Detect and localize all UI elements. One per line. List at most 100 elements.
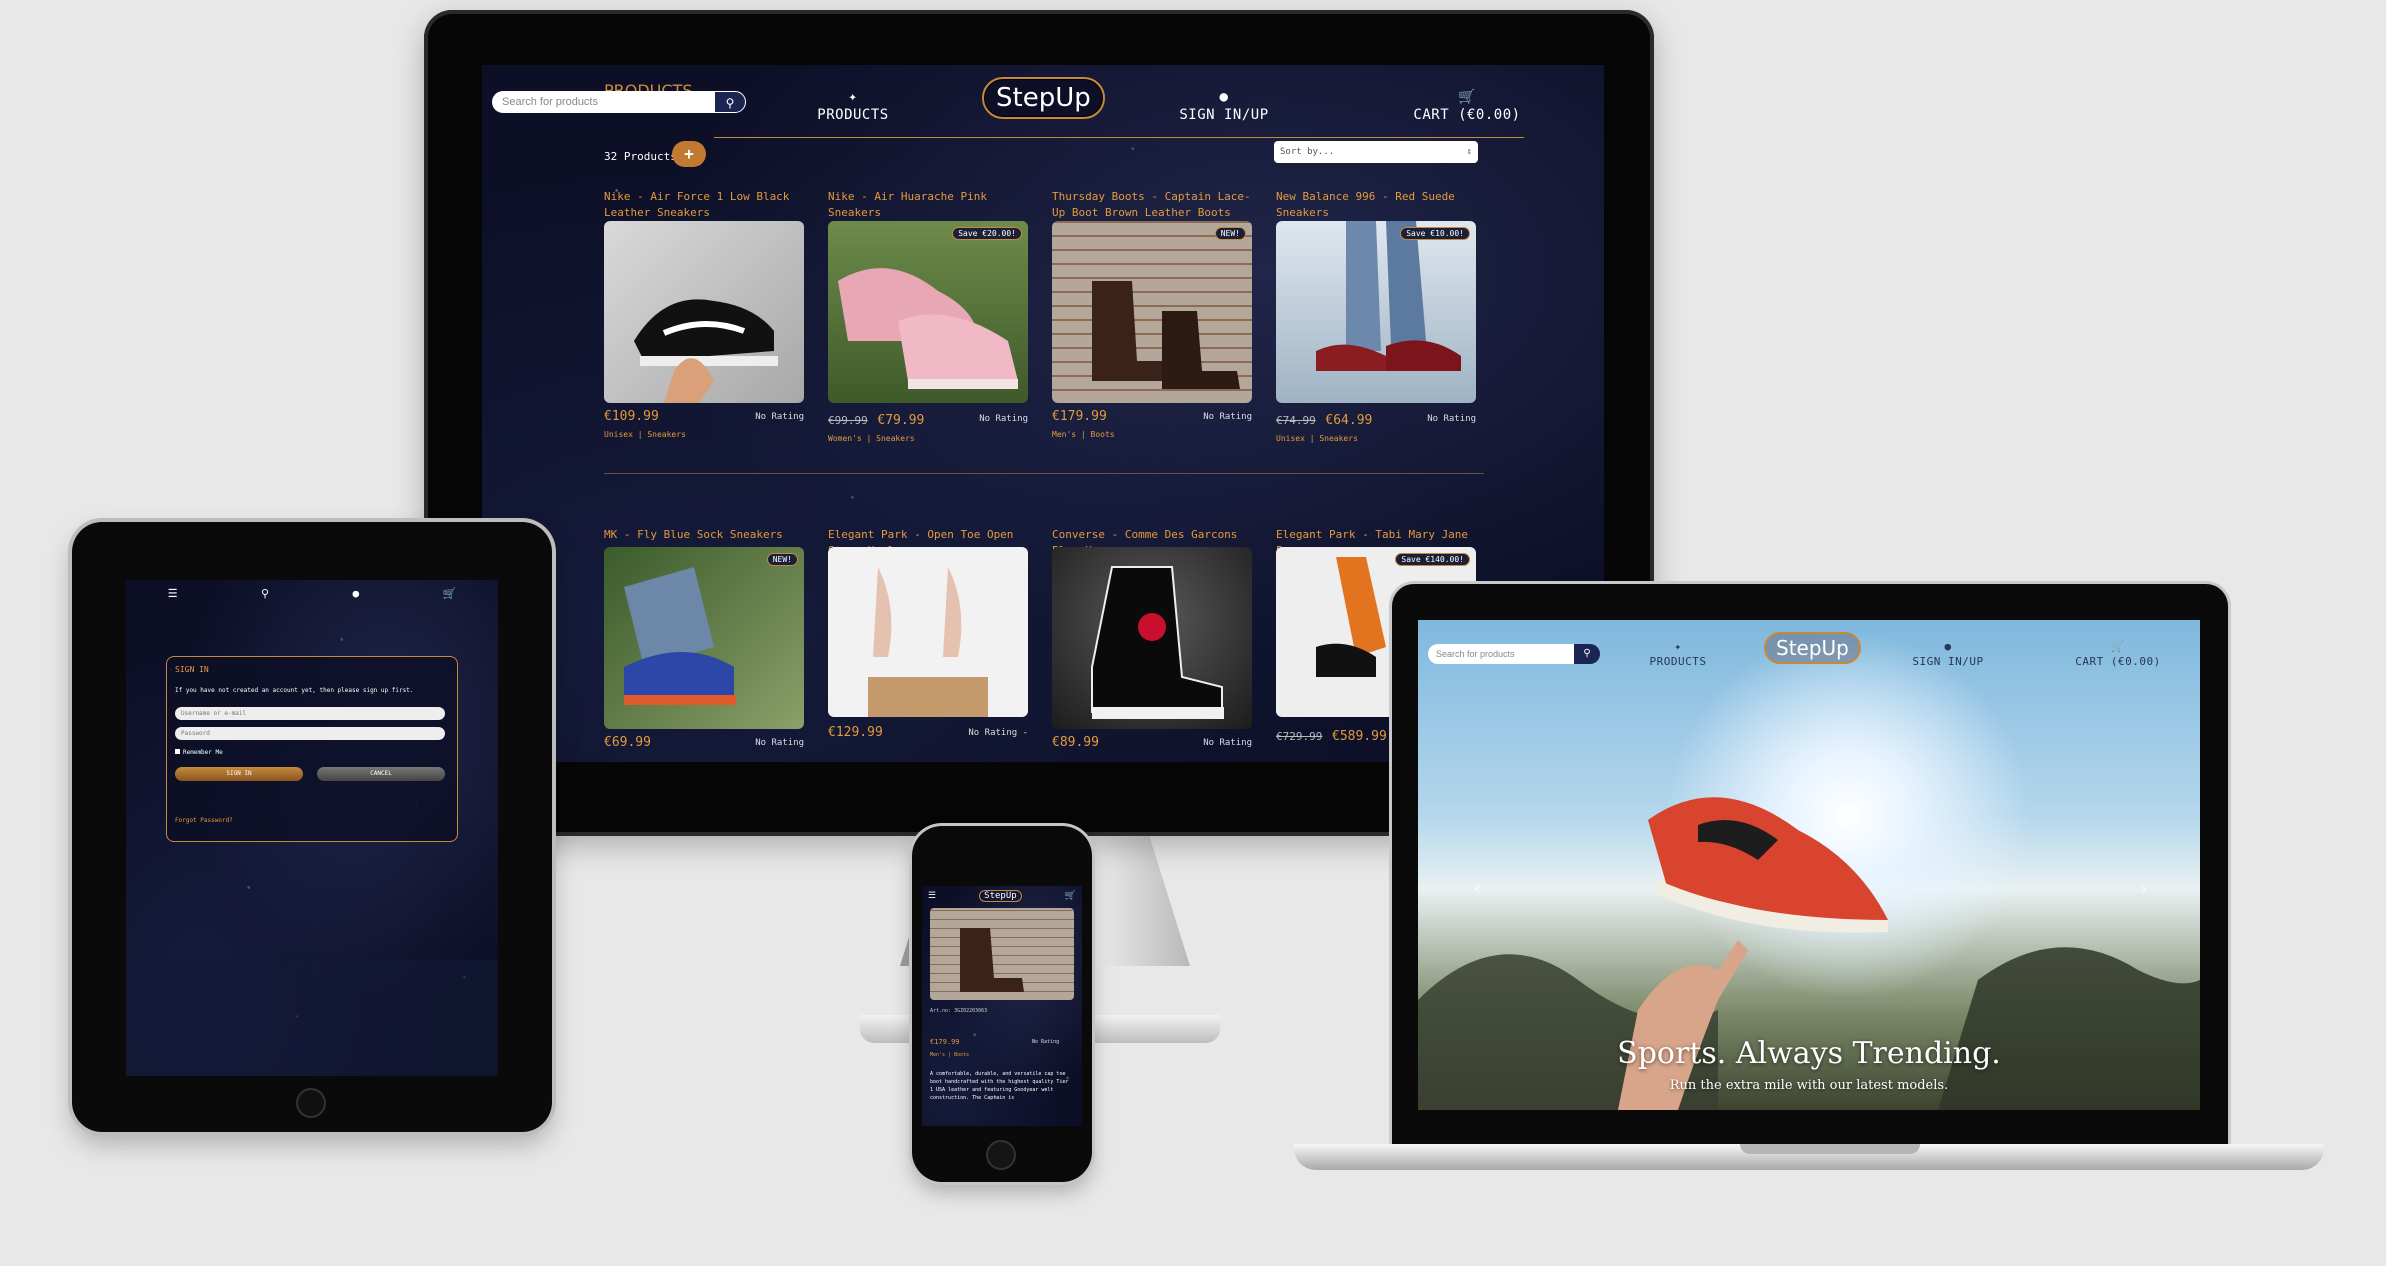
remember-checkbox[interactable]: Remember Me (175, 749, 223, 756)
tablet-screen: ☰ ⚲ ● 🛒 SIGN IN If you have not created … (126, 580, 498, 1076)
product-image[interactable] (604, 221, 804, 403)
product-price: €129.99 (828, 725, 883, 740)
sale-badge: Save €10.00! (1400, 227, 1470, 240)
product-card[interactable]: Thursday Boots - Captain Lace-Up Boot Br… (1052, 189, 1262, 439)
product-name[interactable]: New Balance 996 - Red Suede Sneakers (1276, 189, 1486, 221)
laptop-screen: Search for products ⚲ ✦ PRODUCTS StepUp … (1418, 620, 2200, 1110)
sale-badge: Save €20.00! (952, 227, 1022, 240)
cancel-button[interactable]: CANCEL (317, 767, 445, 781)
product-name[interactable]: Nike - Air Force 1 Low Black Leather Sne… (604, 189, 814, 221)
product-category[interactable]: Women's | Sneakers (828, 434, 1038, 443)
add-product-button[interactable]: + (672, 141, 706, 167)
phone-screen: ☰ StepUp 🛒 Art.no: 3GZ02203063 €179.99 N… (922, 886, 1082, 1126)
carousel-prev-icon[interactable]: ‹ (1472, 878, 1483, 899)
logo[interactable]: StepUp (982, 77, 1105, 119)
username-input[interactable]: Username or e-mail (175, 707, 445, 720)
product-name[interactable]: Elegant Park - Open Toe Open Strap Heels (828, 527, 1038, 557)
nav-products-label: PRODUCTS (817, 107, 889, 123)
product-rating: No Rating (755, 737, 804, 748)
phone-navbar: ☰ StepUp 🛒 (922, 886, 1082, 906)
cart-icon[interactable]: 🛒 (443, 587, 457, 600)
phone-category[interactable]: Men's | Boots (930, 1052, 969, 1058)
new-badge: NEW! (1214, 227, 1246, 240)
nav-sign[interactable]: ● SIGN IN/UP (1177, 89, 1271, 123)
tablet-footer (126, 960, 498, 1076)
product-card[interactable]: Nike - Air Force 1 Low Black Leather Sne… (604, 189, 814, 439)
signin-button[interactable]: SIGN IN (175, 767, 303, 781)
sort-select[interactable]: Sort by... ⇕ (1274, 141, 1478, 163)
phone-logo[interactable]: StepUp (979, 890, 1022, 902)
leaf-icon: ✦ (848, 89, 858, 105)
row-divider (604, 473, 1484, 474)
cart-icon: 🛒 (1458, 89, 1476, 105)
phone-product-image[interactable] (930, 908, 1074, 1000)
shoe-image (1316, 221, 1461, 371)
product-rating: No Rating (1203, 411, 1252, 422)
product-old-price: €729.99 (1276, 730, 1323, 743)
phone-home-button (986, 1140, 1016, 1170)
nav-sign-label: SIGN IN/UP (1179, 107, 1269, 123)
phone-rating: No Rating (1032, 1039, 1060, 1045)
hero-title: Sports. Always Trending. (1617, 1036, 2001, 1071)
product-image[interactable]: NEW! (604, 547, 804, 729)
product-old-price: €74.99 (1276, 414, 1316, 427)
menu-icon[interactable]: ☰ (928, 891, 936, 901)
sale-badge: Save €140.00! (1395, 553, 1470, 566)
nav-products[interactable]: ✦ PRODUCTS (810, 89, 896, 123)
art-number: Art.no: 3GZ02203063 (930, 1008, 988, 1014)
product-card[interactable]: Nike - Air Huarache Pink Sneakers Save €… (828, 189, 1038, 443)
product-image[interactable] (1052, 547, 1252, 729)
product-name[interactable]: Elegant Park - Tabi Mary Jane Pumps (1276, 527, 1486, 557)
product-category[interactable]: Unisex | Sneakers (1276, 434, 1486, 443)
signin-title: SIGN IN (175, 665, 209, 674)
product-card[interactable]: New Balance 996 - Red Suede Sneakers Sav… (1276, 189, 1486, 443)
search-icon: ⚲ (725, 96, 735, 110)
converse-image (1091, 566, 1224, 719)
nav-cart[interactable]: 🛒 CART (€0.00) (1412, 89, 1522, 123)
tablet-home-button (296, 1088, 326, 1118)
user-icon: ● (1219, 89, 1229, 105)
forgot-password-link[interactable]: Forgot Password? (175, 817, 233, 824)
product-name[interactable]: MK - Fly Blue Sock Sneakers (604, 527, 814, 547)
password-input[interactable]: Password (175, 727, 445, 740)
menu-icon[interactable]: ☰ (168, 587, 178, 600)
product-rating: No Rating (1427, 413, 1476, 424)
hero-subtitle: Run the extra mile with our latest model… (1669, 1078, 1949, 1093)
checkbox-icon (175, 749, 180, 754)
product-rating: No Rating (979, 413, 1028, 424)
phone-description: A comfortable, durable, and versatile ca… (930, 1071, 1069, 1101)
search-button[interactable]: ⚲ (714, 91, 746, 113)
cart-icon[interactable]: 🛒 (1065, 891, 1076, 901)
product-category[interactable]: Unisex | Sneakers (604, 430, 814, 439)
product-name[interactable]: Converse - Comme Des Garcons Play X (1052, 527, 1262, 557)
user-icon[interactable]: ● (352, 587, 359, 600)
product-card[interactable]: Elegant Park - Open Toe Open Strap Heels… (828, 527, 1038, 740)
product-card[interactable]: MK - Fly Blue Sock Sneakers NEW! €69.99 … (604, 527, 814, 750)
product-rating: No Rating (755, 411, 804, 422)
signin-text: If you have not created an account yet, … (175, 687, 414, 694)
product-price: €109.99 (604, 409, 659, 424)
product-name[interactable]: Nike - Air Huarache Pink Sneakers (828, 189, 1038, 221)
product-rating: No Rating - (968, 727, 1028, 738)
laptop-notch (1740, 1144, 1920, 1154)
signin-panel: SIGN IN If you have not created an accou… (166, 656, 458, 842)
carousel-next-icon[interactable]: › (2138, 878, 2149, 899)
search-icon[interactable]: ⚲ (261, 587, 269, 600)
search-input[interactable]: Search for products (492, 91, 714, 113)
product-category[interactable]: Men's | Boots (1052, 430, 1262, 439)
new-badge: NEW! (766, 553, 798, 566)
boot-image (960, 928, 1024, 992)
heels-image (868, 567, 988, 717)
remember-label: Remember Me (183, 749, 223, 756)
product-price: €589.99 (1332, 729, 1387, 744)
boot-image (1092, 281, 1240, 389)
product-image[interactable]: Save €20.00! (828, 221, 1028, 403)
product-image[interactable]: Save €10.00! (1276, 221, 1476, 403)
product-card[interactable]: Converse - Comme Des Garcons Play X €89.… (1052, 527, 1262, 750)
nav-cart-label: CART (€0.00) (1413, 107, 1521, 123)
product-image[interactable] (828, 547, 1028, 717)
product-count: 32 Products (604, 150, 677, 163)
product-name[interactable]: Thursday Boots - Captain Lace-Up Boot Br… (1052, 189, 1262, 221)
product-price: €79.99 (877, 413, 925, 428)
product-image[interactable]: NEW! (1052, 221, 1252, 403)
